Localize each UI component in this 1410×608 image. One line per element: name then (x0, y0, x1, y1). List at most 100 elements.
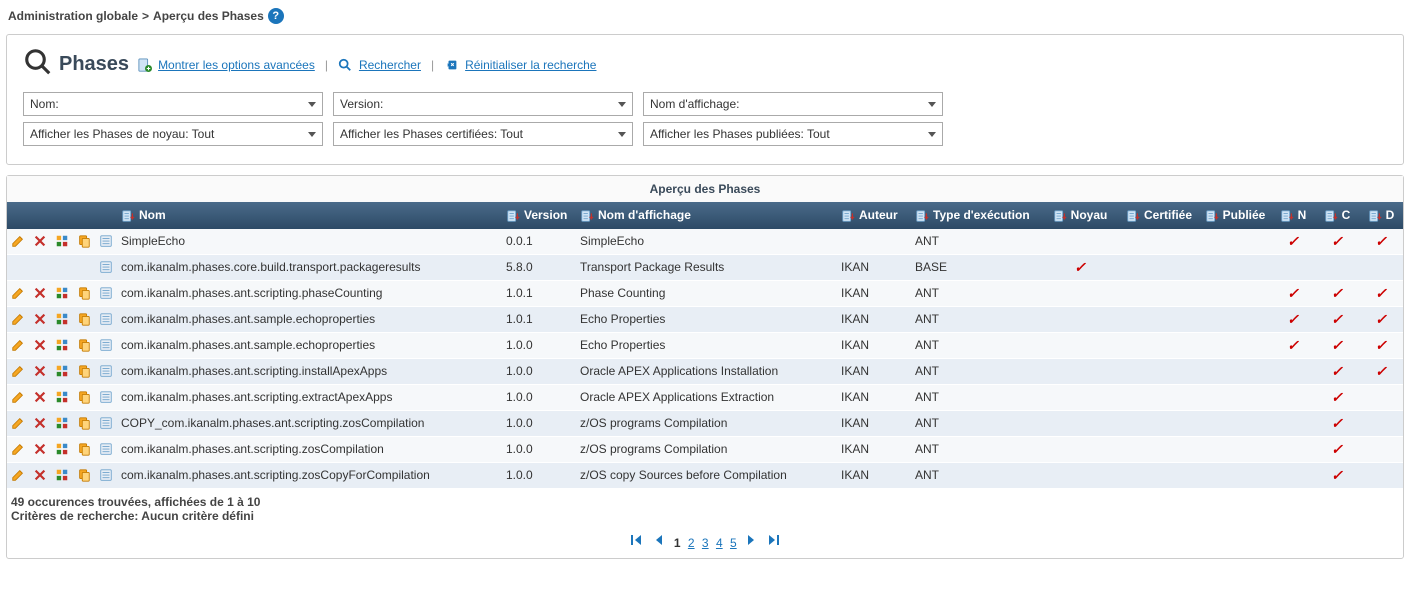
col-affichage[interactable]: Nom d'affichage (576, 202, 837, 229)
copy-icon[interactable] (77, 364, 91, 378)
reset-link[interactable]: Réinitialiser la recherche (465, 58, 596, 72)
help-icon[interactable]: ? (268, 8, 284, 24)
view-icon[interactable] (99, 234, 113, 248)
reset-icon (444, 57, 459, 72)
delete-icon[interactable] (33, 416, 47, 430)
cell-pub (1199, 358, 1271, 384)
view-icon[interactable] (99, 338, 113, 352)
cell-pub (1199, 332, 1271, 358)
col-n[interactable]: N (1271, 202, 1315, 229)
cell-c: ✓ (1315, 332, 1359, 358)
delete-icon[interactable] (33, 442, 47, 456)
cell-exec: ANT (911, 436, 1041, 462)
page-link[interactable]: 5 (730, 536, 737, 550)
view-icon[interactable] (99, 390, 113, 404)
delete-icon[interactable] (33, 234, 47, 248)
cell-version: 1.0.1 (502, 306, 576, 332)
copy-icon[interactable] (77, 390, 91, 404)
page-prev-icon[interactable] (652, 534, 670, 550)
filter-0[interactable]: Nom: (23, 92, 323, 116)
col-publiee[interactable]: Publiée (1199, 202, 1271, 229)
copy-icon[interactable] (77, 442, 91, 456)
search-icon (23, 47, 53, 82)
properties-icon[interactable] (55, 312, 69, 326)
page-link[interactable]: 4 (716, 536, 723, 550)
view-icon[interactable] (99, 286, 113, 300)
page-next-icon[interactable] (744, 534, 762, 550)
check-icon: ✓ (1375, 311, 1387, 327)
edit-icon[interactable] (11, 468, 25, 482)
copy-icon[interactable] (77, 312, 91, 326)
edit-icon[interactable] (11, 338, 25, 352)
filter2-0[interactable]: Afficher les Phases de noyau: Tout (23, 122, 323, 146)
properties-icon[interactable] (55, 338, 69, 352)
edit-icon[interactable] (11, 312, 25, 326)
filter2-1[interactable]: Afficher les Phases certifiées: Tout (333, 122, 633, 146)
delete-icon[interactable] (33, 364, 47, 378)
page-first-icon[interactable] (630, 534, 648, 550)
cell-noyau (1041, 280, 1119, 306)
copy-icon[interactable] (77, 468, 91, 482)
filter-1[interactable]: Version: (333, 92, 633, 116)
table-row: com.ikanalm.phases.ant.sample.echoproper… (7, 332, 1403, 358)
col-version[interactable]: Version (502, 202, 576, 229)
col-auteur[interactable]: Auteur (837, 202, 911, 229)
delete-icon[interactable] (33, 312, 47, 326)
cell-exec: ANT (911, 384, 1041, 410)
cell-c: ✓ (1315, 280, 1359, 306)
delete-icon[interactable] (33, 390, 47, 404)
view-icon[interactable] (99, 364, 113, 378)
edit-icon[interactable] (11, 286, 25, 300)
check-icon: ✓ (1331, 233, 1343, 249)
edit-icon[interactable] (11, 364, 25, 378)
show-advanced-link[interactable]: Montrer les options avancées (158, 58, 315, 72)
cell-version: 1.0.0 (502, 332, 576, 358)
col-nom[interactable]: Nom (117, 202, 502, 229)
edit-icon[interactable] (11, 234, 25, 248)
cell-auteur: IKAN (837, 462, 911, 488)
view-icon[interactable] (99, 442, 113, 456)
cell-nom: com.ikanalm.phases.ant.sample.echoproper… (117, 332, 502, 358)
edit-icon[interactable] (11, 416, 25, 430)
copy-icon[interactable] (77, 338, 91, 352)
properties-icon[interactable] (55, 416, 69, 430)
delete-icon[interactable] (33, 338, 47, 352)
col-certifiee[interactable]: Certifiée (1119, 202, 1199, 229)
filter-2[interactable]: Nom d'affichage: (643, 92, 943, 116)
view-icon[interactable] (99, 260, 113, 274)
properties-icon[interactable] (55, 390, 69, 404)
cell-d: ✓ (1359, 280, 1403, 306)
cell-nom: com.ikanalm.phases.ant.sample.echoproper… (117, 306, 502, 332)
copy-icon[interactable] (77, 234, 91, 248)
view-icon[interactable] (99, 416, 113, 430)
cell-version: 1.0.0 (502, 436, 576, 462)
edit-icon[interactable] (11, 442, 25, 456)
search-small-icon (338, 57, 353, 72)
cell-d (1359, 254, 1403, 280)
copy-icon[interactable] (77, 416, 91, 430)
view-icon[interactable] (99, 468, 113, 482)
plus-icon (137, 57, 152, 72)
filter2-2[interactable]: Afficher les Phases publiées: Tout (643, 122, 943, 146)
col-c[interactable]: C (1315, 202, 1359, 229)
properties-icon[interactable] (55, 442, 69, 456)
properties-icon[interactable] (55, 234, 69, 248)
col-d[interactable]: D (1359, 202, 1403, 229)
chevron-down-icon (928, 132, 936, 137)
cell-version: 1.0.0 (502, 410, 576, 436)
properties-icon[interactable] (55, 286, 69, 300)
page-link[interactable]: 2 (688, 536, 695, 550)
col-noyau[interactable]: Noyau (1041, 202, 1119, 229)
page-last-icon[interactable] (766, 534, 780, 550)
properties-icon[interactable] (55, 468, 69, 482)
page-link[interactable]: 3 (702, 536, 709, 550)
delete-icon[interactable] (33, 286, 47, 300)
properties-icon[interactable] (55, 364, 69, 378)
view-icon[interactable] (99, 312, 113, 326)
edit-icon[interactable] (11, 390, 25, 404)
delete-icon[interactable] (33, 468, 47, 482)
search-link[interactable]: Rechercher (359, 58, 421, 72)
col-execution[interactable]: Type d'exécution (911, 202, 1041, 229)
check-icon: ✓ (1331, 389, 1343, 405)
copy-icon[interactable] (77, 286, 91, 300)
